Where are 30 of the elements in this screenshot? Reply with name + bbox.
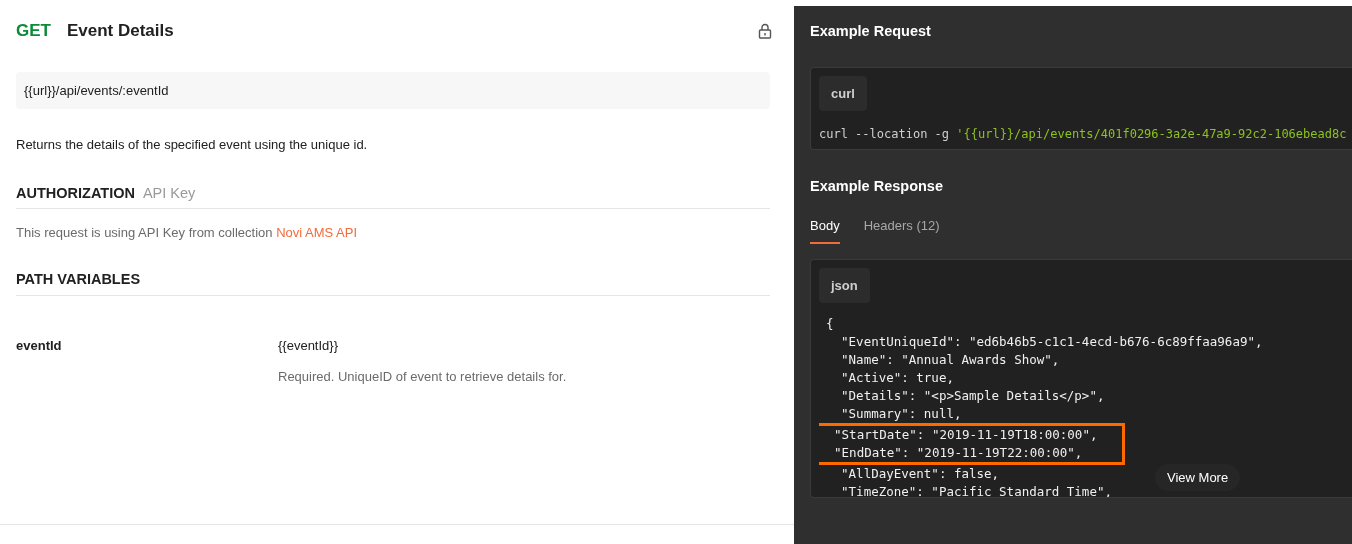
language-label: json	[819, 267, 870, 303]
variable-description: Required. UniqueID of event to retrieve details for.	[278, 368, 567, 386]
lock-icon[interactable]	[758, 22, 772, 39]
url-field: {{url}}/api/events/:eventId	[16, 71, 770, 109]
code-line: "EventUniqueId": "ed6b46b5-c1c1-4ecd-b676-6c89ffaa96a9",	[840, 333, 1263, 351]
variable-name: eventId	[16, 336, 63, 355]
response-tab[interactable]: Body	[810, 216, 840, 244]
code-line: curl --location -g '{{url}}/api/events/401f0296-3a2e-47a9-92c2-106ebead8c	[819, 126, 1348, 144]
auth-description: This request is using API Key from collection Novi AMS API	[16, 224, 359, 243]
language-label: curl	[819, 75, 867, 112]
code-line: "Active": true,	[840, 369, 954, 387]
response-tab[interactable]: Headers (12)	[863, 216, 940, 244]
code-line: "TimeZone": "Pacific Standard Time",	[840, 483, 1112, 497]
code-line: "StartDate": "2019-11-19T18:00:00",	[833, 426, 1098, 444]
code-line: {	[825, 315, 834, 333]
section-heading: AUTHORIZATION	[16, 183, 135, 203]
auth-type: API Key	[142, 183, 196, 203]
section-title: Example Request	[810, 22, 932, 41]
variable-value: {{eventId}}	[278, 336, 339, 355]
code-line: "Details": "<p>Sample Details</p>",	[840, 387, 1105, 405]
code-line: "Name": "Annual Awards Show",	[840, 351, 1060, 369]
description: Returns the details of the specified event using the unique id.	[16, 136, 369, 154]
request-title: Event Details	[66, 20, 174, 42]
code-line: "EndDate": "2019-11-19T22:00:00",	[833, 444, 1083, 462]
view-more-button[interactable]: View More	[1155, 463, 1241, 491]
section-heading: PATH VARIABLES	[16, 270, 141, 287]
section-title: Example Response	[810, 177, 944, 197]
code-line: "Summary": null,	[840, 405, 962, 423]
code-line: "AllDayEvent": false,	[840, 465, 1000, 483]
http-method: GET	[16, 20, 51, 42]
